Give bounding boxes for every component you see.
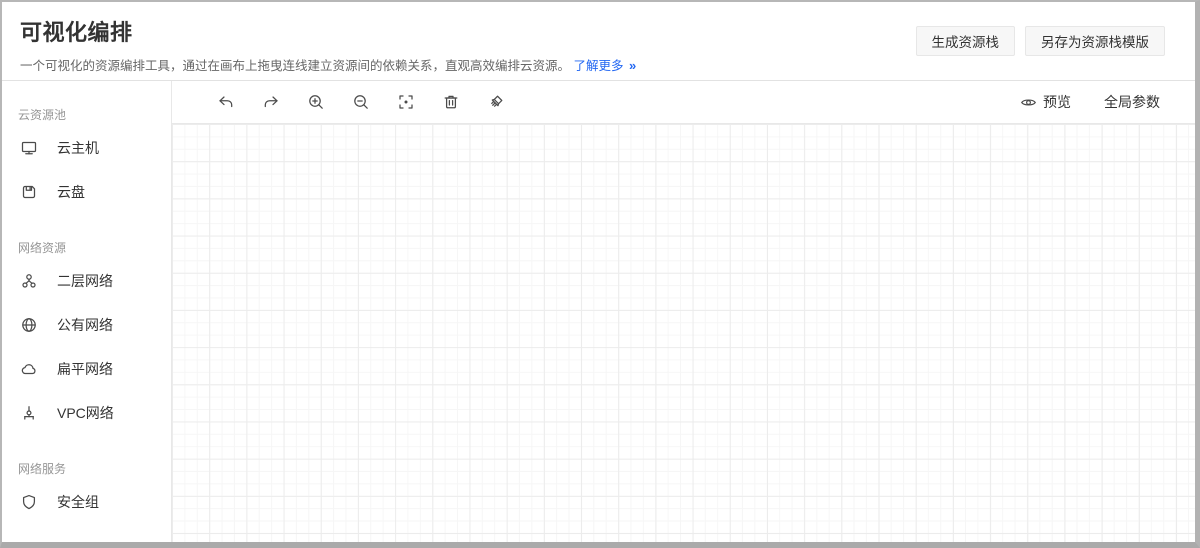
- header-actions: 生成资源栈 另存为资源栈模版: [916, 26, 1166, 56]
- page-description: 一个可视化的资源编排工具，通过在画布上拖曳连线建立资源间的依赖关系，直观高效编排…: [20, 55, 1177, 74]
- tool-group-right: 预览 全局参数: [1020, 92, 1160, 112]
- delete-button[interactable]: [442, 93, 460, 111]
- save-as-template-button[interactable]: 另存为资源栈模版: [1025, 26, 1165, 56]
- disk-icon: [20, 183, 38, 201]
- double-chevron-icon: »: [629, 58, 636, 73]
- shield-icon: [20, 493, 38, 511]
- undo-icon: [217, 93, 235, 111]
- zoom-out-button[interactable]: [352, 93, 370, 111]
- zoom-in-icon: [307, 93, 325, 111]
- trash-icon: [442, 93, 460, 111]
- main-panel: 预览 全局参数: [172, 81, 1195, 542]
- fit-view-button[interactable]: [397, 93, 415, 111]
- sidebar-item-cloud-host[interactable]: 云主机: [2, 126, 171, 170]
- preview-button[interactable]: 预览: [1020, 92, 1071, 112]
- clear-canvas-button[interactable]: [487, 93, 505, 111]
- generate-stack-button[interactable]: 生成资源栈: [916, 26, 1016, 56]
- global-params-button[interactable]: 全局参数: [1104, 92, 1160, 112]
- page-description-text: 一个可视化的资源编排工具，通过在画布上拖曳连线建立资源间的依赖关系，直观高效编排…: [20, 59, 570, 73]
- cloud-icon: [20, 360, 38, 378]
- sidebar-item-security-group[interactable]: 安全组: [2, 480, 171, 524]
- section-label-network-resources: 网络资源: [18, 239, 171, 256]
- sidebar-item-flat-network[interactable]: 扁平网络: [2, 347, 171, 391]
- sidebar-item-public-network[interactable]: 公有网络: [2, 303, 171, 347]
- sidebar-item-label: 二层网络: [57, 271, 113, 291]
- sidebar-item-label: 扁平网络: [57, 359, 113, 379]
- sidebar-item-label: VPC网络: [57, 403, 114, 423]
- sidebar-item-layer2-network[interactable]: 二层网络: [2, 259, 171, 303]
- sidebar-item-vpc-network[interactable]: VPC网络: [2, 391, 171, 435]
- content-area: 云资源池 云主机 云盘 网络资源 二层网络: [2, 81, 1195, 542]
- section-label-cloud-pool: 云资源池: [18, 106, 171, 123]
- redo-button[interactable]: [262, 93, 280, 111]
- section-label-network-services: 网络服务: [18, 460, 171, 477]
- sidebar-item-cloud-disk[interactable]: 云盘: [2, 170, 171, 214]
- sidebar-item-label: 安全组: [57, 492, 99, 512]
- globe-icon: [20, 316, 38, 334]
- undo-button[interactable]: [217, 93, 235, 111]
- redo-icon: [262, 93, 280, 111]
- layer2-network-icon: [20, 272, 38, 290]
- resource-sidebar: 云资源池 云主机 云盘 网络资源 二层网络: [2, 81, 172, 542]
- tool-group-left: [203, 93, 518, 111]
- canvas-toolbar: 预览 全局参数: [172, 81, 1195, 124]
- sidebar-item-label: 云主机: [57, 138, 99, 158]
- clear-brush-icon: [487, 93, 505, 111]
- zoom-out-icon: [352, 93, 370, 111]
- page-header: 可视化编排 一个可视化的资源编排工具，通过在画布上拖曳连线建立资源间的依赖关系，…: [2, 2, 1195, 81]
- vpc-network-icon: [20, 404, 38, 422]
- sidebar-item-label: 公有网络: [57, 315, 113, 335]
- orchestration-canvas[interactable]: [172, 124, 1195, 542]
- monitor-icon: [20, 139, 38, 157]
- eye-icon: [1020, 94, 1037, 111]
- zoom-in-button[interactable]: [307, 93, 325, 111]
- learn-more-link[interactable]: 了解更多 »: [574, 59, 637, 73]
- fit-view-icon: [397, 93, 415, 111]
- sidebar-item-label: 云盘: [57, 182, 85, 202]
- visual-orchestration-app: 可视化编排 一个可视化的资源编排工具，通过在画布上拖曳连线建立资源间的依赖关系，…: [0, 0, 1200, 548]
